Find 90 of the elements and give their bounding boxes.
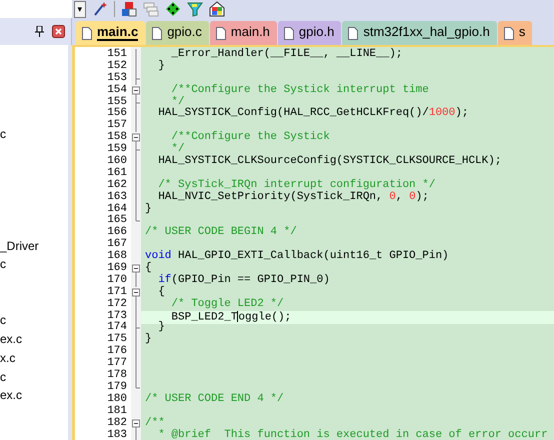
line-number: 163 bbox=[106, 192, 128, 204]
file-tab[interactable]: s bbox=[498, 21, 532, 45]
code-line: HAL_SYSTICK_CLKSourceConfig(SYSTICK_CLKSOURCE_HCLK); bbox=[157, 156, 502, 168]
code-line: { bbox=[157, 286, 166, 299]
code-line: /* Toggle LED2 */ bbox=[170, 298, 285, 311]
tree-item[interactable]: c bbox=[0, 127, 6, 141]
code-line: HAL_SYSTICK_Config(HAL_RCC_GetHCLKFreq()/1000); bbox=[157, 108, 470, 120]
line-number: 174 bbox=[106, 322, 128, 334]
line-number: 169 bbox=[106, 263, 128, 274]
close-icon[interactable] bbox=[52, 25, 65, 38]
line-number: 153 bbox=[106, 72, 128, 84]
line-number: 179 bbox=[106, 382, 128, 394]
fold-toggle-icon[interactable] bbox=[131, 84, 141, 97]
code-line: */ bbox=[171, 144, 185, 156]
file-tab[interactable]: main.c bbox=[76, 21, 146, 45]
line-number: 177 bbox=[106, 358, 128, 370]
line-number: 170 bbox=[106, 274, 128, 286]
code-line: * @brief This function is executed in case of error occurr bbox=[157, 430, 549, 440]
code-line: /* SysTick_IRQn interrupt configuration */ bbox=[157, 180, 436, 191]
code-line: } bbox=[157, 322, 166, 334]
tree-item[interactable]: c bbox=[0, 313, 6, 327]
line-number: 183 bbox=[106, 430, 128, 440]
dice-icon[interactable] bbox=[165, 1, 181, 17]
line-number: 152 bbox=[106, 60, 128, 72]
code-line: } bbox=[144, 204, 153, 216]
code-line: } bbox=[144, 334, 153, 346]
file-tab[interactable]: main.h bbox=[210, 21, 277, 45]
line-number: 155 bbox=[106, 96, 128, 108]
code-line: */ bbox=[171, 96, 185, 108]
line-number: 180 bbox=[106, 394, 128, 406]
fold-toggle-icon[interactable] bbox=[131, 132, 141, 144]
grid-icon[interactable] bbox=[209, 1, 225, 17]
fold-toggle-icon[interactable] bbox=[131, 286, 141, 299]
code-line: _Error_Handler(__FILE__, __LINE__); bbox=[170, 49, 404, 61]
pin-icon[interactable] bbox=[35, 26, 44, 37]
line-number: 156 bbox=[106, 108, 128, 120]
blank-toolbar-area bbox=[0, 0, 72, 18]
code-line: { bbox=[144, 263, 153, 276]
line-number: 172 bbox=[106, 298, 128, 310]
file-icon bbox=[504, 26, 514, 40]
code-line: HAL_NVIC_SetPriority(SysTick_IRQn, 0, 0); bbox=[157, 192, 430, 204]
line-number: 159 bbox=[106, 144, 128, 156]
file-tab[interactable]: stm32f1xx_hal_gpio.h bbox=[342, 21, 497, 45]
line-number: 157 bbox=[106, 120, 128, 132]
line-number: 167 bbox=[106, 239, 128, 250]
tree-item[interactable]: c bbox=[0, 257, 6, 271]
code-line: } bbox=[157, 60, 166, 73]
code-line: /* USER CODE END 4 */ bbox=[144, 394, 285, 406]
tree-item[interactable]: ex.c bbox=[0, 388, 22, 402]
file-icon bbox=[82, 26, 92, 40]
file-tab[interactable]: gpio.h bbox=[278, 21, 342, 45]
line-number: 175 bbox=[106, 334, 128, 346]
file-icon bbox=[348, 26, 358, 40]
line-number: 165 bbox=[106, 215, 128, 226]
line-number: 181 bbox=[106, 406, 128, 418]
dropdown-button[interactable]: ▾ bbox=[74, 0, 86, 18]
fold-toggle-icon[interactable] bbox=[131, 418, 141, 430]
wand-icon[interactable] bbox=[92, 1, 108, 17]
code-line: if(GPIO_Pin == GPIO_PIN_0) bbox=[157, 274, 331, 286]
file-tab[interactable]: gpio.c bbox=[146, 21, 209, 45]
tree-item[interactable]: c bbox=[0, 370, 6, 384]
funnel-icon[interactable] bbox=[187, 1, 203, 17]
file-icon bbox=[152, 26, 162, 40]
line-number: 166 bbox=[106, 227, 128, 238]
file-icon bbox=[216, 26, 226, 40]
code-line: /** bbox=[144, 418, 166, 429]
fold-toggle-icon[interactable] bbox=[131, 263, 141, 276]
code-line: void HAL_GPIO_EXTI_Callback(uint16_t GPIO_Pin) bbox=[144, 251, 450, 262]
line-number: 151 bbox=[106, 49, 128, 60]
line-number: 164 bbox=[106, 204, 128, 215]
tree-item[interactable]: x.c bbox=[0, 351, 16, 365]
blocks-icon[interactable] bbox=[121, 1, 137, 17]
code-line: /**Configure the Systick interrupt time bbox=[170, 84, 430, 96]
line-number: 173 bbox=[106, 310, 128, 322]
code-line: /**Configure the Systick bbox=[170, 132, 331, 144]
line-number: 162 bbox=[106, 180, 128, 192]
line-number: 158 bbox=[106, 132, 128, 144]
line-number: 171 bbox=[106, 286, 128, 298]
line-number: 168 bbox=[106, 251, 128, 262]
line-number: 160 bbox=[106, 156, 128, 168]
tree-item[interactable]: ex.c bbox=[0, 332, 22, 346]
code-line: /* USER CODE BEGIN 4 */ bbox=[144, 227, 298, 240]
line-number: 161 bbox=[106, 168, 128, 180]
file-icon bbox=[284, 26, 294, 40]
tree-item[interactable]: _Driver bbox=[0, 239, 39, 253]
code-editor[interactable] bbox=[72, 45, 554, 440]
line-number: 182 bbox=[106, 418, 128, 430]
line-number: 176 bbox=[106, 346, 128, 358]
line-number: 154 bbox=[106, 84, 128, 96]
line-number: 178 bbox=[106, 370, 128, 382]
